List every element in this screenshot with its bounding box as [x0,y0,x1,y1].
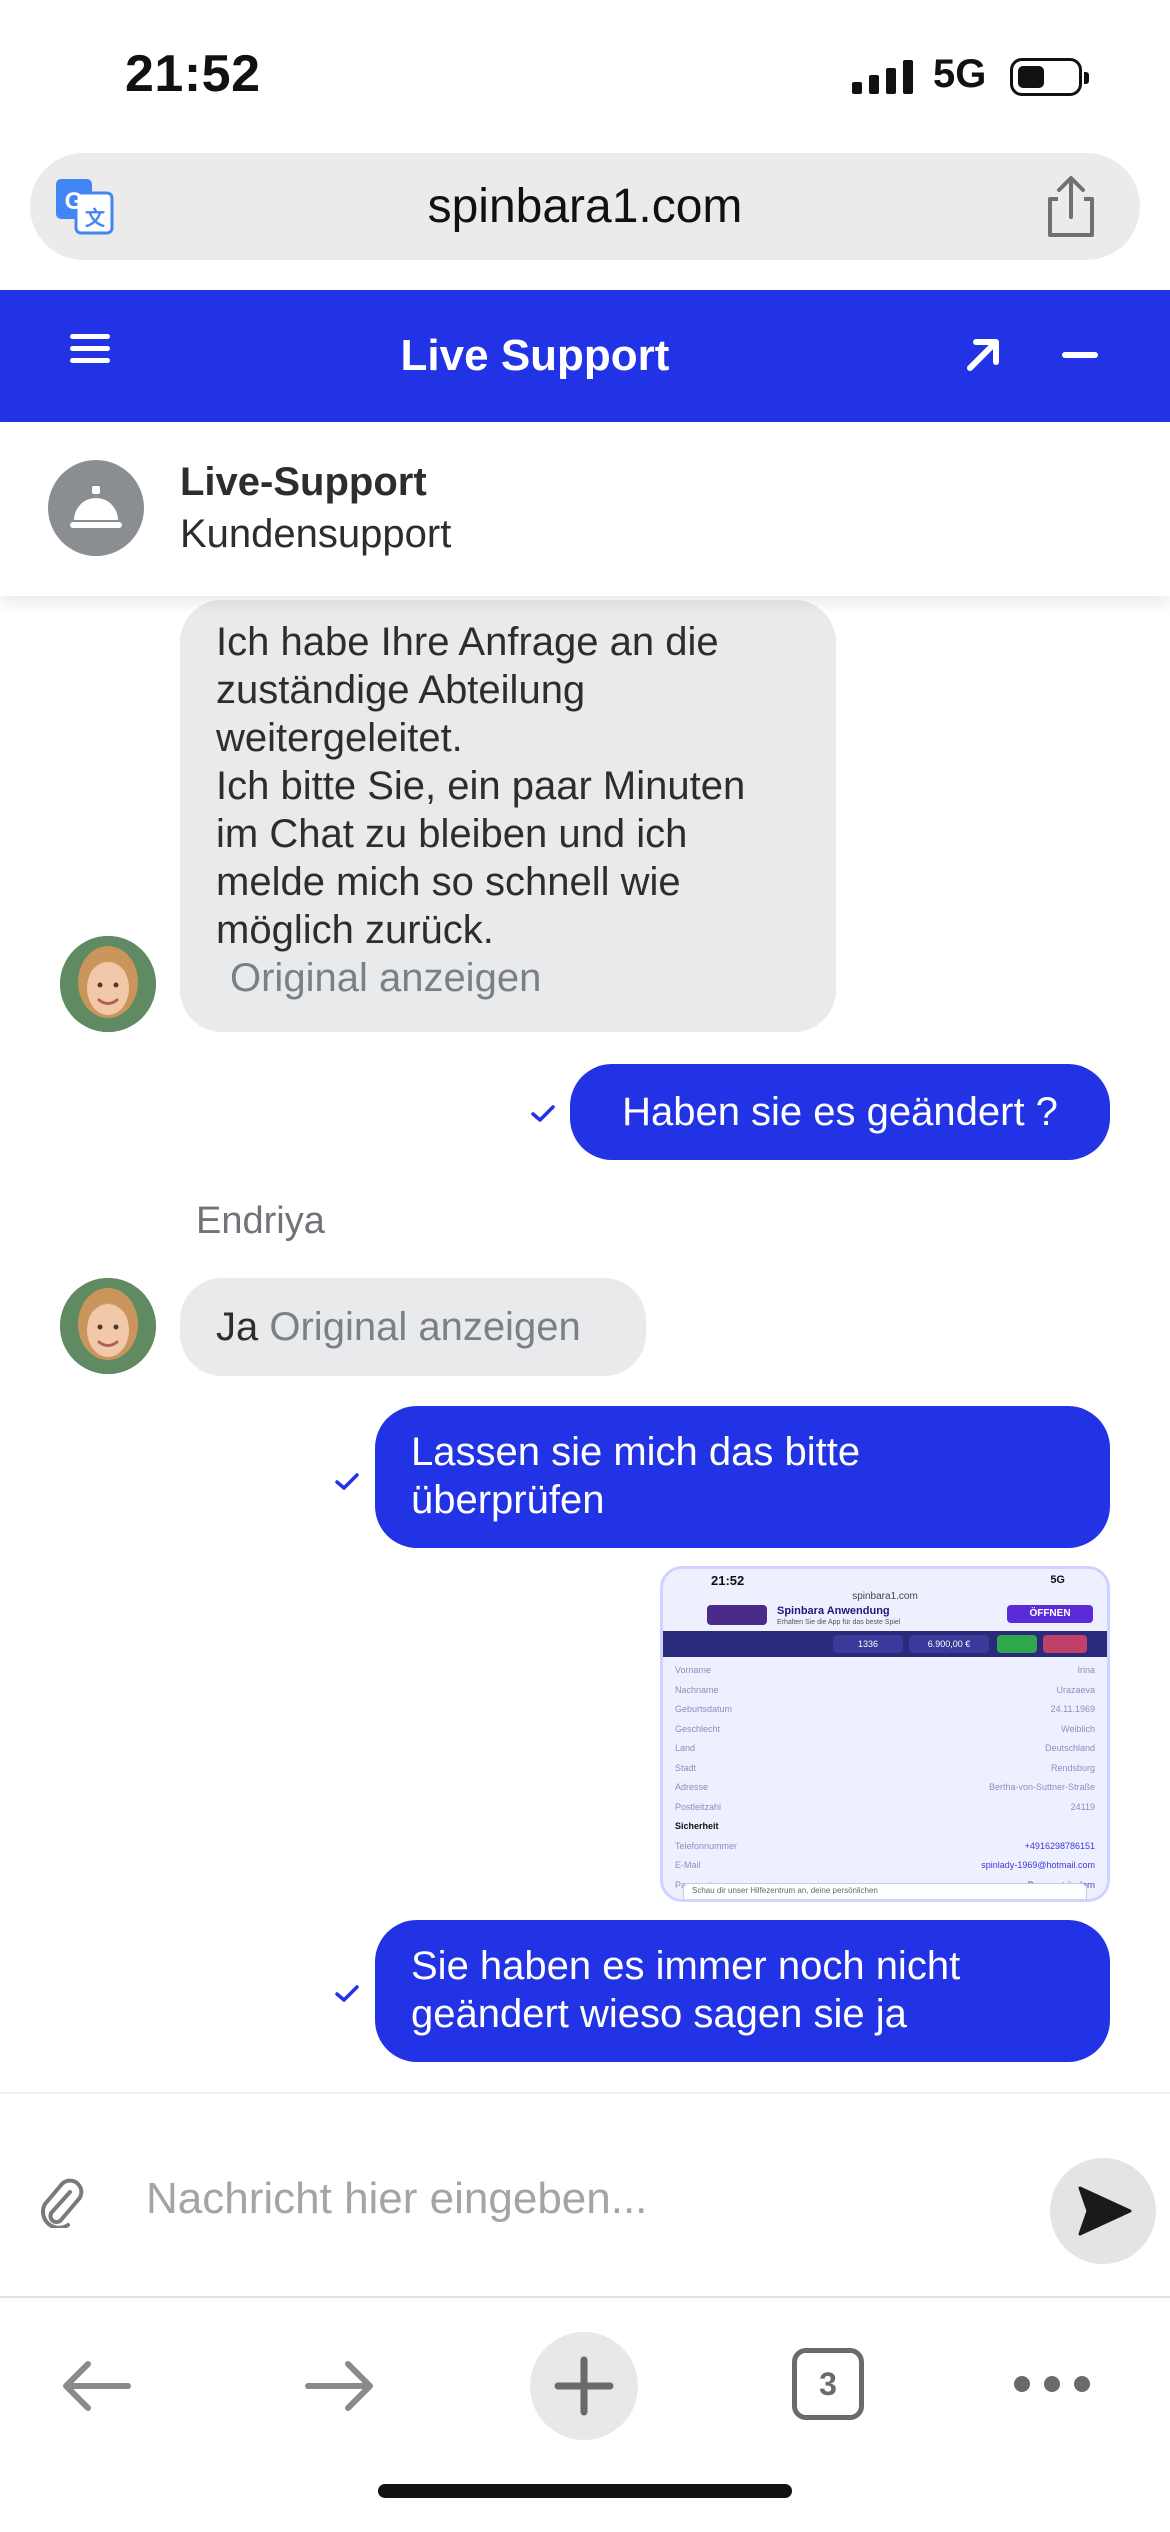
message-line: Lassen sie mich das bitte [411,1430,861,1474]
minimize-icon[interactable] [1062,352,1098,358]
forward-arrow-icon[interactable] [302,2358,378,2414]
thumb-nav: 1336 6.900,00 € [663,1631,1107,1657]
thumb-time: 21:52 [711,1573,745,1588]
message-outgoing: Haben sie es geändert ? [570,1064,1110,1160]
share-icon[interactable] [1040,173,1102,239]
back-arrow-icon[interactable] [58,2358,134,2414]
message-incoming: Ja Original anzeigen [180,1278,646,1376]
tab-count-button[interactable]: 3 [792,2348,864,2420]
message-line: melde mich so schnell wie [216,860,681,904]
status-time: 21:52 [125,45,261,103]
thumb-net: 5G [1050,1574,1065,1586]
show-original-link[interactable]: Original anzeigen [269,1305,580,1349]
thumb-app-title: Spinbara Anwendung [777,1605,890,1617]
thumb-profile [1043,1635,1087,1653]
image-attachment[interactable]: 21:52 5G spinbara1.com Spinbara Anwendun… [660,1566,1110,1902]
message-line: geändert wieso sagen sie ja [411,1992,907,2036]
message-line: Sie haben es immer noch nicht [411,1944,961,1988]
address-bar[interactable]: spinbara1.com G 文 [30,153,1140,260]
agent-info-bar: Live-Support Kundensupport [0,422,1170,596]
thumb-deposit [997,1635,1037,1653]
message-outgoing: Lassen sie mich das bitte überprüfen [375,1406,1110,1548]
translate-icon[interactable]: G 文 [54,175,116,237]
svg-text:G: G [65,188,84,215]
more-menu-icon[interactable] [1014,2376,1090,2392]
service-bell-icon [48,460,144,556]
agent-subtitle: Kundensupport [180,512,452,556]
read-check-icon [335,1473,359,1490]
agent-avatar [60,1278,156,1374]
message-text: Ja [216,1305,259,1349]
signal-icon [852,60,916,94]
message-line: im Chat zu bleiben und ich [216,812,688,856]
message-line: überprüfen [411,1478,605,1522]
thumb-open-button: ÖFFNEN [1007,1605,1093,1623]
url-text[interactable]: spinbara1.com [30,153,1140,260]
message-line: Ich bitte Sie, ein paar Minuten [216,764,746,808]
sender-name: Endriya [196,1200,325,1242]
chat-header: Live Support [0,290,1170,422]
header-title: Live Support [400,331,670,380]
show-original-link[interactable]: Original anzeigen [216,954,800,1002]
message-input[interactable] [146,2154,1026,2244]
svg-text:文: 文 [85,206,106,230]
status-bar: 21:52 5G [0,0,1170,150]
thumb-app-sub: Erhalten Sie die App für das beste Spiel [777,1619,901,1626]
send-icon [1078,2186,1132,2236]
thumb-balance: 6.900,00 € [909,1635,989,1653]
message-line: weitergeleitet. [216,716,463,760]
agent-name: Live-Support [180,460,427,504]
message-composer [0,2092,1170,2296]
message-line: Ich habe Ihre Anfrage an die [216,620,719,664]
new-tab-button[interactable] [530,2332,638,2440]
message-line: möglich zurück. [216,908,494,952]
agent-avatar [60,936,156,1032]
paperclip-icon[interactable] [36,2174,84,2228]
message-incoming: Ich habe Ihre Anfrage an die zuständige … [180,600,836,1032]
thumb-footer: Schau dir unser Hilfezentrum an, deine p… [683,1883,1087,1899]
battery-icon [1010,58,1089,96]
message-outgoing: Sie haben es immer noch nicht geändert w… [375,1920,1110,2062]
send-button[interactable] [1050,2158,1156,2264]
home-indicator [378,2484,792,2498]
read-check-icon [531,1105,555,1122]
thumb-counter: 1336 [833,1635,903,1653]
chat-messages[interactable]: Ich habe Ihre Anfrage an die zuständige … [0,596,1170,2086]
read-check-icon [335,1985,359,2002]
thumb-app-logo [707,1605,767,1625]
network-label: 5G [933,52,987,96]
expand-icon[interactable] [958,330,1008,380]
plus-icon [554,2356,614,2416]
thumb-url: spinbara1.com [852,1591,918,1602]
message-line: zuständige Abteilung [216,668,586,712]
thumb-profile-fields: Vorname Irina Nachname Urazaeva Geburtsdat… [675,1665,1095,1890]
